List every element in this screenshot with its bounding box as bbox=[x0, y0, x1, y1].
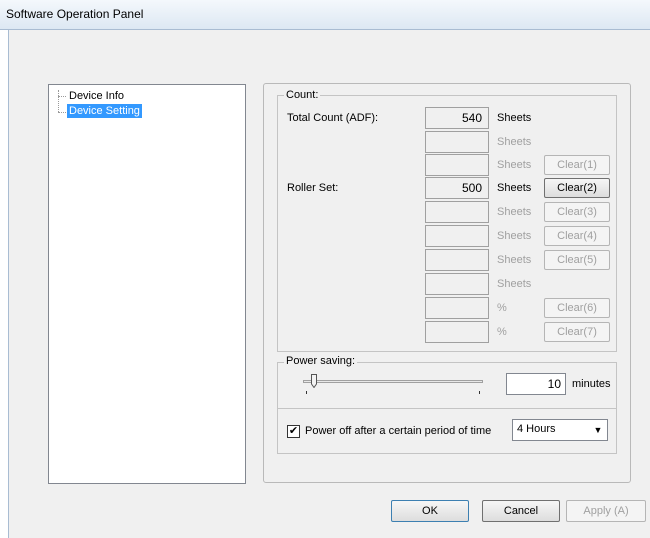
clear-button[interactable]: Clear(1) bbox=[544, 155, 610, 175]
count-value-field bbox=[425, 249, 489, 271]
count-row-label: Roller Set: bbox=[287, 182, 339, 194]
count-unit-label: Sheets bbox=[497, 278, 532, 290]
count-unit-label: Sheets bbox=[497, 159, 532, 171]
count-group-label: Count: bbox=[284, 89, 321, 101]
power-off-checkbox[interactable]: ✔ bbox=[287, 425, 300, 438]
clear-button[interactable]: Clear(7) bbox=[544, 322, 610, 342]
power-off-time-value: 4 Hours bbox=[517, 423, 556, 435]
slider-thumb[interactable] bbox=[311, 374, 317, 388]
settings-tree bbox=[48, 84, 246, 484]
ok-button[interactable]: OK bbox=[391, 500, 469, 522]
checkmark-icon: ✔ bbox=[288, 425, 299, 437]
tree-connector bbox=[58, 96, 66, 97]
clear-button[interactable]: Clear(4) bbox=[544, 226, 610, 246]
clear-button[interactable]: Clear(5) bbox=[544, 250, 610, 270]
count-unit-label: Sheets bbox=[497, 136, 532, 148]
count-unit-label: % bbox=[497, 326, 507, 338]
count-unit-label: Sheets bbox=[497, 230, 532, 242]
count-unit-label: % bbox=[497, 302, 507, 314]
tree-connector bbox=[58, 90, 59, 112]
power-saving-slider[interactable] bbox=[303, 380, 483, 383]
clear-button[interactable]: Clear(3) bbox=[544, 202, 610, 222]
count-value-field bbox=[425, 201, 489, 223]
count-unit-label: Sheets bbox=[497, 254, 532, 266]
cancel-button[interactable]: Cancel bbox=[482, 500, 560, 522]
count-value-field bbox=[425, 154, 489, 176]
power-off-time-select[interactable]: 4 Hours ▼ bbox=[512, 419, 608, 441]
power-off-label: Power off after a certain period of time bbox=[305, 425, 492, 437]
chevron-down-icon: ▼ bbox=[593, 425, 603, 435]
power-saving-label: Power saving: bbox=[284, 355, 358, 367]
count-value-field bbox=[425, 321, 489, 343]
count-value-field bbox=[425, 225, 489, 247]
count-unit-label: Sheets bbox=[497, 206, 532, 218]
clear-button[interactable]: Clear(2) bbox=[544, 178, 610, 198]
count-unit-label: Sheets bbox=[497, 182, 532, 194]
title-bar: Software Operation Panel bbox=[0, 0, 650, 30]
count-row-label: Total Count (ADF): bbox=[287, 112, 379, 124]
minutes-label: minutes bbox=[572, 378, 611, 390]
count-value-field bbox=[425, 131, 489, 153]
tree-connector bbox=[58, 112, 66, 113]
count-unit-label: Sheets bbox=[497, 112, 532, 124]
slider-tick bbox=[306, 391, 307, 394]
tree-item-device-info[interactable]: Device Info bbox=[67, 89, 126, 103]
clear-button[interactable]: Clear(6) bbox=[544, 298, 610, 318]
tree-item-device-setting[interactable]: Device Setting bbox=[67, 104, 142, 118]
count-value-field bbox=[425, 297, 489, 319]
count-value-field: 500 bbox=[425, 177, 489, 199]
count-value-field bbox=[425, 273, 489, 295]
divider bbox=[278, 408, 616, 409]
minutes-field[interactable]: 10 bbox=[506, 373, 566, 395]
window-title: Software Operation Panel bbox=[6, 7, 144, 21]
count-value-field: 540 bbox=[425, 107, 489, 129]
slider-tick bbox=[479, 391, 480, 394]
apply-button[interactable]: Apply (A) bbox=[566, 500, 646, 522]
